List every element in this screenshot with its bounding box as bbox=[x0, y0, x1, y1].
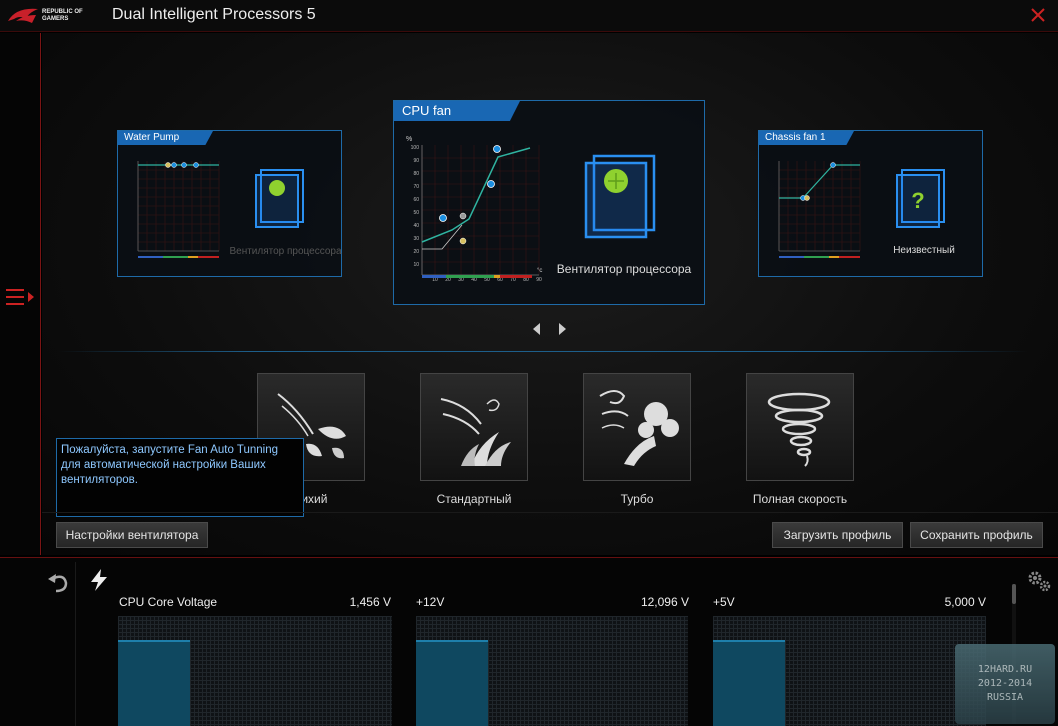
mode-standard-label: Стандартный bbox=[436, 492, 512, 506]
wind-grass-icon bbox=[440, 398, 511, 466]
voltage-name-cpu-core: CPU Core Voltage bbox=[119, 595, 218, 609]
svg-text:40: 40 bbox=[413, 223, 419, 229]
curve-point-1[interactable] bbox=[439, 214, 447, 222]
temp-scale-bar bbox=[422, 275, 532, 278]
x-axis-unit: °c bbox=[537, 268, 543, 274]
brand-text: REPUBLIC OF GAMERS bbox=[42, 9, 83, 22]
chevron-left-icon bbox=[533, 323, 540, 335]
voltage-graph-12v bbox=[416, 616, 688, 726]
svg-text:10: 10 bbox=[413, 262, 419, 268]
y-axis-unit: % bbox=[406, 136, 412, 143]
svg-text:60: 60 bbox=[413, 197, 419, 203]
svg-text:90: 90 bbox=[413, 158, 419, 164]
mode-full-speed-label: Полная скорость bbox=[752, 492, 848, 506]
voltage-value-5v: 5,000 V bbox=[944, 595, 986, 609]
y-tick-labels: 100 90 80 70 60 50 40 30 20 10 bbox=[411, 145, 420, 268]
save-profile-button[interactable]: Сохранить профиль bbox=[910, 522, 1043, 548]
tornado-icon bbox=[767, 392, 831, 467]
unknown-fan-icon: ? bbox=[896, 169, 945, 228]
fan-card-tab: Chassis fan 1 bbox=[759, 131, 854, 145]
svg-text:50: 50 bbox=[413, 210, 419, 216]
voltage-graph-bar bbox=[118, 640, 190, 726]
lightning-bolt-icon bbox=[91, 569, 107, 591]
fan-curve-chart: % 100 90 80 70 60 50 40 30 20 10 10 20 30 40 50 60 70 80… bbox=[406, 136, 542, 281]
watermark-badge: 12HARD.RU 2012-2014 RUSSIA bbox=[955, 644, 1055, 724]
undo-icon[interactable] bbox=[46, 571, 70, 595]
fan-card-label: Вентилятор процессора bbox=[229, 246, 342, 257]
mode-turbo-button[interactable] bbox=[583, 373, 691, 481]
settings-gear-icon[interactable] bbox=[1026, 569, 1052, 593]
svg-text:30: 30 bbox=[413, 236, 419, 242]
watermark-line: RUSSIA bbox=[986, 692, 1024, 703]
svg-text:90: 90 bbox=[536, 277, 542, 281]
fan-card-chassis-fan-1[interactable]: Chassis fan 1 ? Неизвестный bbox=[758, 130, 983, 277]
svg-text:20: 20 bbox=[413, 249, 419, 255]
app-title: Dual Intelligent Processors 5 bbox=[112, 6, 316, 23]
svg-text:?: ? bbox=[911, 188, 924, 213]
voltage-name-12v: +12V bbox=[416, 595, 445, 609]
curve-point-temp-marker bbox=[459, 212, 467, 220]
fan-settings-button[interactable]: Настройки вентилятора bbox=[56, 522, 208, 548]
svg-text:70: 70 bbox=[413, 184, 419, 190]
voltage-graph-bar bbox=[416, 640, 488, 726]
svg-text:80: 80 bbox=[413, 171, 419, 177]
fan-card-tab: CPU fan bbox=[394, 101, 520, 121]
voltage-name-5v: +5V bbox=[713, 595, 735, 609]
auto-tuning-tooltip: Пожалуйста, запустите Fan Auto Tunning д… bbox=[56, 438, 304, 517]
voltage-value-12v: 12,096 V bbox=[640, 595, 689, 609]
mode-standard-button[interactable] bbox=[420, 373, 528, 481]
menu-toggle-icon[interactable] bbox=[6, 287, 36, 307]
voltage-graph-5v bbox=[713, 616, 986, 726]
voltage-value-cpu-core: 1,456 V bbox=[349, 595, 391, 609]
gust-icon bbox=[599, 390, 679, 466]
fan-card-water-pump[interactable]: Water Pump Вентилятор процессора bbox=[117, 130, 342, 277]
curve-point-3[interactable] bbox=[493, 145, 501, 153]
pc-case-icon bbox=[255, 169, 304, 228]
fan-card-tab: Water Pump bbox=[118, 131, 213, 145]
section-divider bbox=[58, 351, 1028, 352]
bottom-divider bbox=[42, 512, 1058, 513]
fan-card-label: Вентилятор процессора bbox=[556, 262, 692, 276]
rog-logo: REPUBLIC OF GAMERS bbox=[6, 5, 96, 27]
prev-card-button[interactable] bbox=[530, 322, 544, 338]
load-profile-button[interactable]: Загрузить профиль bbox=[772, 522, 903, 548]
current-temp-marker bbox=[459, 237, 467, 245]
mode-full-speed-button[interactable] bbox=[746, 373, 854, 481]
close-button[interactable] bbox=[1028, 5, 1048, 25]
fan-card-label: Неизвестный bbox=[893, 245, 955, 256]
curve-point-2[interactable] bbox=[487, 180, 495, 188]
fan-curve-chart bbox=[137, 161, 220, 258]
fan-curve-chart bbox=[778, 161, 861, 258]
mode-turbo-label: Турбо bbox=[620, 492, 654, 506]
watermark-line: 2012-2014 bbox=[977, 678, 1033, 689]
next-card-button[interactable] bbox=[555, 322, 569, 338]
scrollbar-thumb[interactable] bbox=[1012, 584, 1016, 604]
rog-eye-icon bbox=[8, 8, 38, 23]
close-icon bbox=[1031, 8, 1045, 22]
voltage-graph-cpu-core bbox=[118, 616, 392, 726]
pc-case-icon bbox=[584, 154, 656, 239]
svg-text:100: 100 bbox=[411, 145, 420, 151]
chevron-right-icon bbox=[559, 323, 566, 335]
voltage-graph-bar bbox=[713, 640, 785, 726]
fan-card-cpu-fan[interactable]: CPU fan % 100 90 80 70 60 50 40 30 20 10 10 20 30 40… bbox=[393, 100, 705, 305]
watermark-line: 12HARD.RU bbox=[977, 664, 1033, 675]
title-bar: REPUBLIC OF GAMERS Dual Intelligent Proc… bbox=[0, 0, 1058, 32]
